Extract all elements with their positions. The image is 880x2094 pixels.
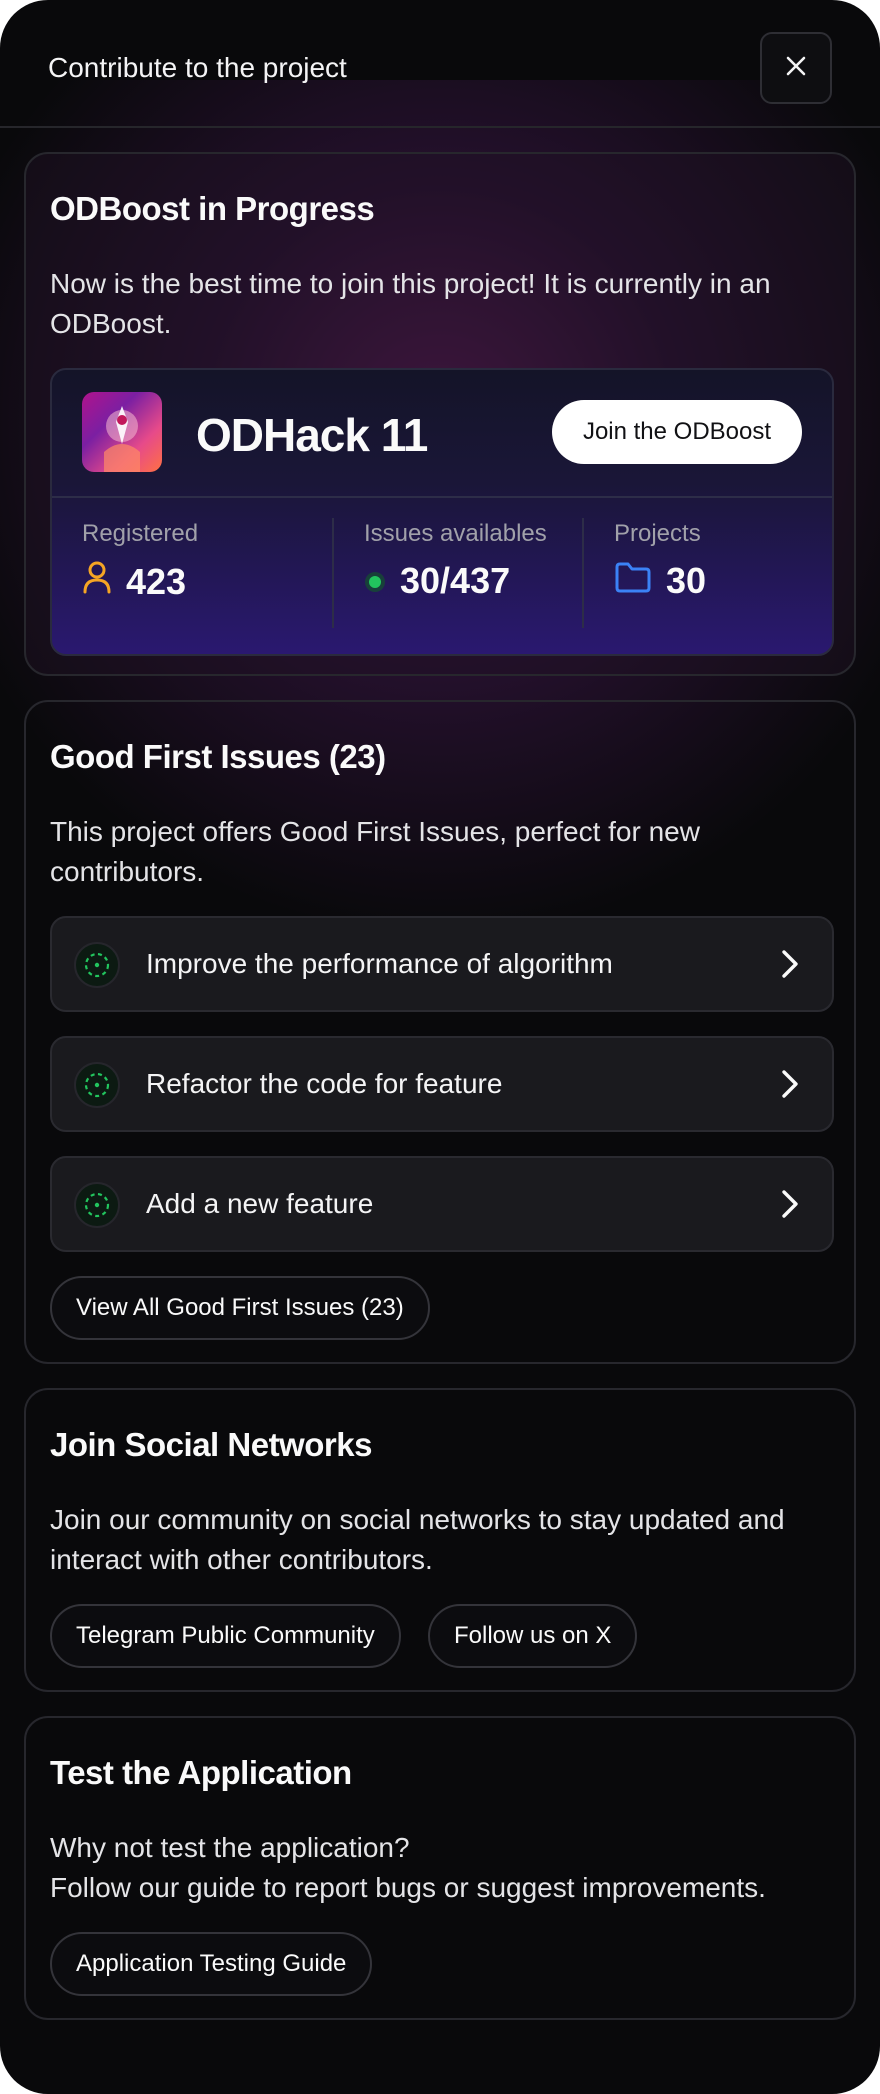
issue-label: Improve the performance of algorithm xyxy=(146,948,613,979)
issue-label: Refactor the code for feature xyxy=(146,1068,503,1099)
good-first-issues-card: Good First Issues (23) This project offe… xyxy=(24,700,856,1364)
test-description-line1: Why not test the application? xyxy=(50,1832,410,1863)
stat-issues: 30/437 xyxy=(364,560,510,602)
close-button[interactable] xyxy=(760,32,832,104)
testing-guide-button[interactable]: Application Testing Guide xyxy=(50,1932,373,1996)
test-application-card: Test the Application Why not test the ap… xyxy=(24,1716,856,2020)
gfi-title: Good First Issues (23) xyxy=(50,738,386,775)
stat-registered-value: 423 xyxy=(126,560,187,602)
issue-label: Add a new feature xyxy=(146,1188,374,1219)
social-networks-card: Join Social Networks Join our community … xyxy=(24,1388,856,1692)
issue-status-icon xyxy=(74,1062,120,1108)
contribute-panel: Contribute to the project ODBoost in Pro… xyxy=(0,0,880,2094)
stat-issues-value: 30/437 xyxy=(400,560,511,601)
follow-x-button[interactable]: Follow us on X xyxy=(428,1604,638,1668)
status-dot-icon xyxy=(364,560,386,602)
chevron-right-icon xyxy=(776,1186,804,1227)
stat-issues-label: Issues availables xyxy=(364,520,547,547)
stat-projects-value: 30 xyxy=(666,560,707,601)
issue-item[interactable]: Improve the performance of algorithm xyxy=(50,916,834,1012)
issue-item[interactable]: Add a new feature xyxy=(50,1156,834,1252)
issue-status-icon xyxy=(74,942,120,988)
test-description-line2: Follow our guide to report bugs or sugge… xyxy=(50,1872,766,1903)
social-description: Join our community on social networks to… xyxy=(50,1504,785,1575)
stat-registered-label: Registered xyxy=(82,520,199,547)
gfi-description: This project offers Good First Issues, p… xyxy=(50,816,700,887)
view-all-issues-button[interactable]: View All Good First Issues (23) xyxy=(50,1276,430,1340)
folder-icon xyxy=(614,560,652,602)
join-odboost-button[interactable]: Join the ODBoost xyxy=(552,400,802,464)
issue-item[interactable]: Refactor the code for feature xyxy=(50,1036,834,1132)
stat-projects: 30 xyxy=(614,560,706,602)
close-icon xyxy=(784,54,808,83)
test-title: Test the Application xyxy=(50,1754,352,1791)
stat-separator xyxy=(332,518,334,628)
odboost-card: ODBoost in Progress Now is the best time… xyxy=(24,152,856,676)
hackathon-divider xyxy=(52,496,832,498)
odboost-title: ODBoost in Progress xyxy=(50,190,375,227)
social-title: Join Social Networks xyxy=(50,1426,372,1463)
odboost-description: Now is the best time to join this projec… xyxy=(50,268,771,339)
hackathon-name: ODHack 11 xyxy=(196,409,428,461)
panel-title: Contribute to the project xyxy=(48,52,347,83)
stat-separator xyxy=(582,518,584,628)
telegram-community-button[interactable]: Telegram Public Community xyxy=(50,1604,401,1668)
hackathon-logo xyxy=(82,392,162,472)
stat-registered: 423 xyxy=(82,560,186,603)
stat-projects-label: Projects xyxy=(614,520,701,547)
chevron-right-icon xyxy=(776,946,804,987)
panel-header: Contribute to the project xyxy=(0,0,880,128)
chevron-right-icon xyxy=(776,1066,804,1107)
hackathon-card: ODHack 11 Join the ODBoost Registered 42… xyxy=(50,368,834,656)
user-icon xyxy=(82,560,112,603)
issue-status-icon xyxy=(74,1182,120,1228)
